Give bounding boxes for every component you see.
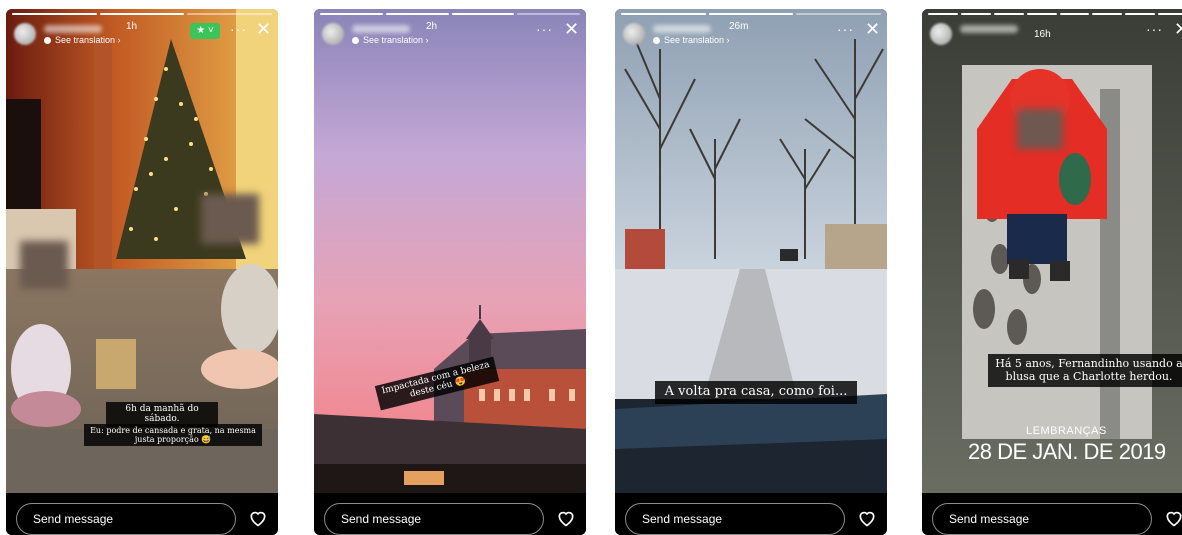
story-footer: Send message — [922, 493, 1182, 535]
heart-icon[interactable] — [248, 508, 268, 528]
story-progress — [320, 13, 580, 15]
blurred-face — [201, 194, 259, 244]
story-footer: Send message — [615, 493, 887, 535]
close-icon[interactable]: ✕ — [564, 19, 579, 40]
close-friends-star-icon: ★ ˅ — [190, 23, 220, 39]
story-caption: Há 5 anos, Fernandinho usando a blusa qu… — [988, 354, 1182, 388]
see-translation-link[interactable]: See translation › — [352, 35, 429, 45]
heart-icon[interactable] — [857, 508, 877, 528]
username-blurred[interactable] — [960, 25, 1018, 33]
story-progress — [12, 13, 273, 15]
globe-icon — [352, 36, 359, 44]
story-header: 26m See translation › ··· ✕ — [623, 19, 880, 49]
story-3-image — [615, 9, 887, 493]
story-caption: 6h da manhã do sábado. — [106, 402, 218, 427]
story-time: 2h — [426, 21, 438, 32]
memories-date: 28 DE JAN. DE 2019 — [968, 439, 1166, 464]
send-message-input[interactable]: Send message — [932, 503, 1152, 535]
see-translation-link[interactable]: See translation › — [44, 35, 121, 45]
blurred-face — [20, 241, 68, 289]
story-header: 16h ··· ✕ — [930, 19, 1182, 49]
avatar[interactable] — [623, 23, 645, 45]
avatar[interactable] — [14, 23, 36, 45]
avatar[interactable] — [930, 23, 952, 45]
blurred-face — [1017, 109, 1063, 149]
story-card-4[interactable]: 16h ··· ✕ Há 5 anos, Fernandinho usando … — [922, 9, 1182, 535]
story-progress — [928, 13, 1182, 15]
story-time: 1h — [126, 21, 138, 32]
story-caption: A volta pra casa, como foi... — [655, 381, 857, 404]
story-progress — [621, 13, 882, 15]
send-message-input[interactable]: Send message — [625, 503, 845, 535]
heart-icon[interactable] — [556, 508, 576, 528]
close-icon[interactable]: ✕ — [865, 19, 880, 40]
story-footer: Send message — [6, 493, 278, 535]
story-4-image — [922, 9, 1182, 493]
globe-icon — [653, 36, 660, 44]
username-blurred[interactable] — [352, 25, 410, 33]
more-options-icon[interactable]: ··· — [1146, 21, 1163, 37]
story-header: 2h See translation › ··· ✕ — [322, 19, 579, 49]
more-options-icon[interactable]: ··· — [536, 21, 553, 37]
send-message-input[interactable]: Send message — [16, 503, 236, 535]
story-time: 26m — [729, 21, 749, 32]
heart-icon[interactable] — [1164, 508, 1182, 528]
avatar[interactable] — [322, 23, 344, 45]
story-footer: Send message — [314, 493, 586, 535]
close-icon[interactable]: ✕ — [256, 19, 271, 40]
username-blurred[interactable] — [653, 25, 711, 33]
story-header: 1h See translation › ★ ˅ ··· ✕ — [14, 19, 271, 49]
globe-icon — [44, 36, 51, 44]
story-2-image — [314, 9, 586, 493]
story-caption: Eu: podre de cansada e grata, na mesma j… — [84, 424, 262, 447]
more-options-icon[interactable]: ··· — [230, 21, 247, 37]
story-time: 16h — [1034, 29, 1051, 40]
more-options-icon[interactable]: ··· — [837, 21, 854, 37]
story-card-2[interactable]: 2h See translation › ··· ✕ Impactada com… — [314, 9, 586, 535]
see-translation-link[interactable]: See translation › — [653, 35, 730, 45]
story-card-1[interactable]: 1h See translation › ★ ˅ ··· ✕ 6h da man… — [6, 9, 278, 535]
username-blurred[interactable] — [44, 25, 102, 33]
story-card-3[interactable]: 26m See translation › ··· ✕ A volta pra … — [615, 9, 887, 535]
close-icon[interactable]: ✕ — [1174, 19, 1182, 40]
memories-label: LEMBRANÇAS — [1026, 425, 1107, 437]
send-message-input[interactable]: Send message — [324, 503, 544, 535]
